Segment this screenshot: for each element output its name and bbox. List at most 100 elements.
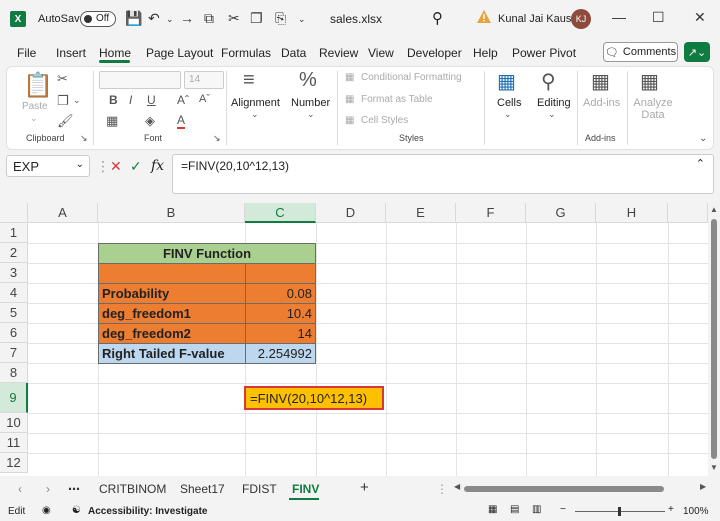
copy-icon-ribbon[interactable]: ❐: [57, 93, 69, 109]
undo-icon[interactable]: ↶: [148, 10, 160, 27]
add-ins-icon[interactable]: ▦: [591, 69, 610, 94]
menu-home[interactable]: Home: [99, 46, 131, 60]
zoom-out-icon[interactable]: −: [560, 504, 566, 515]
conditional-formatting-button[interactable]: Conditional Formatting: [361, 72, 462, 83]
sheet-tab-critbinom[interactable]: CRITBINOM: [99, 482, 166, 496]
column-header-b[interactable]: B: [98, 203, 245, 223]
font-name-box[interactable]: [99, 71, 181, 89]
row-header-6[interactable]: 6: [0, 323, 28, 343]
normal-view-icon[interactable]: ▦: [488, 504, 497, 515]
cells-label[interactable]: Cells: [497, 97, 521, 109]
avatar[interactable]: KJ: [571, 9, 591, 29]
menu-page-layout[interactable]: Page Layout: [146, 46, 213, 60]
row-header-8[interactable]: 8: [0, 363, 28, 383]
alignment-dropdown-icon[interactable]: ⌄: [251, 109, 259, 120]
paste-label[interactable]: Paste: [22, 101, 48, 112]
probability-label[interactable]: Probability: [98, 283, 246, 304]
deg-freedom1-label[interactable]: deg_freedom1: [98, 303, 246, 324]
row-header-5[interactable]: 5: [0, 303, 28, 323]
search-icon[interactable]: ⚲: [432, 9, 443, 27]
tab-splitter-icon[interactable]: ⋮: [436, 482, 448, 496]
sheet-tab-finv[interactable]: FINV: [292, 482, 319, 496]
macro-record-icon[interactable]: ◉: [42, 505, 51, 516]
prev-sheet-icon[interactable]: ‹: [18, 482, 22, 496]
cut-icon-ribbon[interactable]: ✂: [57, 71, 68, 87]
copy-icon[interactable]: ❐: [250, 10, 263, 27]
editing-label[interactable]: Editing: [537, 97, 571, 109]
row-header-7[interactable]: 7: [0, 343, 28, 363]
number-dropdown-icon[interactable]: ⌄: [307, 109, 315, 120]
menu-view[interactable]: View: [368, 46, 394, 60]
row-header-4[interactable]: 4: [0, 283, 28, 303]
deg-freedom2-label[interactable]: deg_freedom2: [98, 323, 246, 344]
menu-help[interactable]: Help: [473, 46, 498, 60]
scroll-down-icon[interactable]: ▼: [710, 463, 718, 472]
format-painter-icon-ribbon[interactable]: 🖌: [57, 113, 74, 129]
alignment-label[interactable]: Alignment: [231, 97, 280, 109]
column-header-f[interactable]: F: [456, 203, 526, 223]
vertical-scrollbar[interactable]: ▲ ▼: [708, 203, 720, 476]
font-size-box[interactable]: 14: [184, 71, 224, 89]
font-launcher-icon[interactable]: ↘: [213, 133, 221, 144]
menu-data[interactable]: Data: [281, 46, 306, 60]
italic-icon[interactable]: I: [129, 93, 132, 107]
collapse-formula-bar-icon[interactable]: ⌃: [696, 157, 705, 170]
sheet-tab-fdist[interactable]: FDIST: [242, 482, 277, 496]
comments-button[interactable]: 🗨 Comments: [603, 42, 678, 62]
accessibility-icon[interactable]: ☯: [72, 505, 81, 516]
column-header-partial[interactable]: [668, 203, 708, 223]
sheet-tab-sheet17[interactable]: Sheet17: [180, 482, 225, 496]
menu-power-pivot[interactable]: Power Pivot: [512, 46, 576, 60]
insert-function-icon[interactable]: fx: [151, 158, 164, 174]
format-as-table-button[interactable]: Format as Table: [361, 94, 433, 105]
table-cell[interactable]: [245, 263, 316, 284]
horizontal-scroll-thumb[interactable]: [464, 486, 664, 492]
column-header-c[interactable]: C: [245, 203, 316, 223]
column-header-a[interactable]: A: [28, 203, 98, 223]
share-button[interactable]: ↗⌄: [684, 42, 710, 62]
row-header-3[interactable]: 3: [0, 263, 28, 283]
format-painter-icon[interactable]: ⎘: [275, 10, 286, 27]
customize-toolbar-icon[interactable]: ⌄: [298, 14, 306, 25]
editing-icon[interactable]: ⚲: [541, 69, 556, 94]
cell-styles-button[interactable]: Cell Styles: [361, 115, 408, 126]
cut-icon[interactable]: ✂: [228, 10, 240, 27]
column-header-g[interactable]: G: [526, 203, 596, 223]
enter-icon[interactable]: ✓: [130, 158, 142, 175]
name-box[interactable]: EXP ⌄: [6, 155, 90, 177]
accessibility-status[interactable]: Accessibility: Investigate: [88, 506, 208, 517]
horizontal-scrollbar[interactable]: ◀ ▶: [454, 482, 706, 494]
table-cell[interactable]: [98, 263, 246, 284]
active-cell-editor[interactable]: =FINV(20,10^12,13): [244, 386, 384, 410]
menu-formulas[interactable]: Formulas: [221, 46, 271, 60]
clipboard-launcher-icon[interactable]: ↘: [80, 133, 88, 144]
menu-review[interactable]: Review: [319, 46, 358, 60]
right-tailed-f-label[interactable]: Right Tailed F-value: [98, 343, 246, 364]
format-as-table-icon[interactable]: ▦: [345, 94, 354, 105]
redo-icon[interactable]: →: [180, 10, 194, 26]
add-ins-button[interactable]: Add-ins: [583, 97, 620, 109]
number-label[interactable]: Number: [291, 97, 330, 109]
alignment-icon[interactable]: ≡: [243, 69, 255, 92]
cancel-icon[interactable]: ✕: [110, 158, 122, 175]
row-header-2[interactable]: 2: [0, 243, 28, 263]
cells-icon[interactable]: ▦: [497, 69, 516, 94]
cell-styles-icon[interactable]: ▦: [345, 115, 354, 126]
zoom-slider-thumb[interactable]: [618, 507, 621, 516]
cells-dropdown-icon[interactable]: ⌄: [504, 109, 512, 120]
deg-freedom2-value[interactable]: 14: [245, 323, 316, 344]
menu-insert[interactable]: Insert: [56, 46, 86, 60]
page-layout-view-icon[interactable]: ▤: [510, 504, 519, 515]
row-header-10[interactable]: 10: [0, 413, 28, 433]
scroll-right-icon[interactable]: ▶: [700, 482, 706, 491]
column-header-e[interactable]: E: [386, 203, 456, 223]
row-header-9[interactable]: 9: [0, 383, 28, 413]
autosave-toggle[interactable]: Off: [80, 11, 116, 27]
save-icon[interactable]: 💾: [125, 10, 142, 27]
maximize-icon[interactable]: ☐: [652, 9, 665, 26]
table-header[interactable]: FINV Function: [98, 243, 316, 264]
bold-icon[interactable]: B: [109, 93, 118, 107]
scroll-left-icon[interactable]: ◀: [454, 482, 460, 491]
copy-dropdown-icon[interactable]: ⌄: [73, 95, 81, 106]
number-format-icon[interactable]: %: [299, 69, 317, 92]
